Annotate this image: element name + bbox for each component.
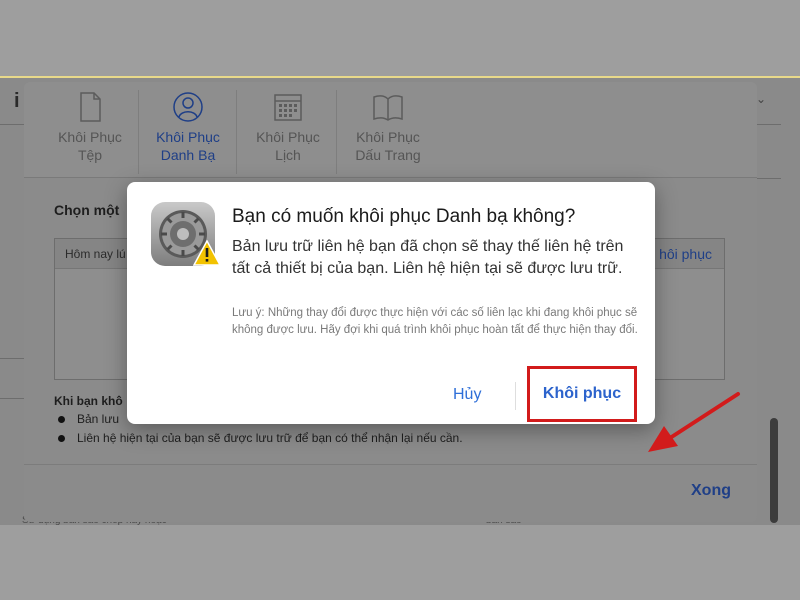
contact-icon bbox=[173, 92, 203, 122]
restore-tabs-toolbar: Khôi Phục Tệp Khôi Phục Danh Bạ Khôi Phụ… bbox=[24, 82, 757, 178]
calendar-icon bbox=[274, 94, 302, 121]
background-chevron-icon: ⌄ bbox=[755, 92, 766, 106]
dialog-footer-divider bbox=[24, 464, 757, 465]
scrollbar[interactable] bbox=[770, 418, 778, 523]
tab-label: Khôi Phục bbox=[356, 129, 420, 145]
button-divider bbox=[515, 382, 516, 410]
tab-label: Khôi Phục bbox=[58, 129, 122, 145]
background-divider bbox=[0, 398, 24, 399]
cancel-button[interactable]: Hủy bbox=[453, 386, 481, 404]
tab-divider bbox=[336, 90, 337, 174]
tab-restore-contacts[interactable]: Khôi Phục Danh Bạ bbox=[138, 90, 238, 174]
background-divider bbox=[757, 124, 781, 125]
bullet-dot bbox=[58, 416, 65, 424]
alert-message: Bản lưu trữ liên hệ bạn đã chọn sẽ thay … bbox=[232, 238, 624, 277]
info-bullet: Liên hệ hiện tại của bạn sẽ được lưu trữ… bbox=[58, 431, 463, 445]
tab-restore-calendar[interactable]: Khôi Phục Lịch bbox=[238, 90, 338, 174]
tab-label: Khôi Phục bbox=[156, 129, 220, 145]
document-icon bbox=[80, 92, 101, 122]
background-app-letter: i bbox=[14, 90, 20, 112]
tab-label: Lịch bbox=[275, 147, 301, 163]
table-header-date: Hôm nay lú bbox=[65, 247, 126, 261]
background-divider bbox=[0, 124, 24, 125]
bullet-text: Liên hệ hiện tại của bạn sẽ được lưu trữ… bbox=[77, 431, 463, 445]
tab-label: Dấu Trang bbox=[355, 147, 421, 163]
done-button[interactable]: Xong bbox=[691, 482, 731, 500]
alert-title: Bạn có muốn khôi phục Danh bạ không? bbox=[232, 206, 576, 227]
table-header-restore-link[interactable]: hôi phục bbox=[659, 246, 712, 262]
tab-restore-bookmarks[interactable]: Khôi Phục Dấu Trang bbox=[338, 90, 438, 174]
tab-label: Tệp bbox=[77, 147, 103, 163]
screenshot-area: i ⌄ Sử dụng bản sao chép này hoặc bản sa… bbox=[0, 76, 800, 525]
warning-icon bbox=[193, 240, 221, 266]
book-icon bbox=[373, 95, 403, 121]
restore-button[interactable]: Khôi phục bbox=[527, 366, 637, 422]
tab-restore-files[interactable]: Khôi Phục Tệp bbox=[40, 90, 140, 174]
choose-archive-label: Chọn một bbox=[54, 202, 120, 218]
restore-confirm-alert: Bạn có muốn khôi phục Danh bạ không? Bản… bbox=[127, 182, 655, 424]
red-arrow-annotation bbox=[648, 392, 740, 452]
info-heading: Khi bạn khô bbox=[54, 394, 123, 408]
background-divider bbox=[757, 178, 781, 179]
tab-label: Khôi Phục bbox=[256, 129, 320, 145]
bullet-dot bbox=[58, 435, 65, 443]
background-divider bbox=[0, 358, 24, 359]
tab-label: Danh Bạ bbox=[160, 147, 216, 163]
bullet-text: Bản lưu bbox=[77, 412, 120, 426]
alert-note: Lưu ý: Những thay đổi được thực hiện với… bbox=[232, 307, 638, 336]
tab-divider bbox=[236, 90, 237, 174]
info-bullet: Bản lưu bbox=[58, 412, 119, 426]
